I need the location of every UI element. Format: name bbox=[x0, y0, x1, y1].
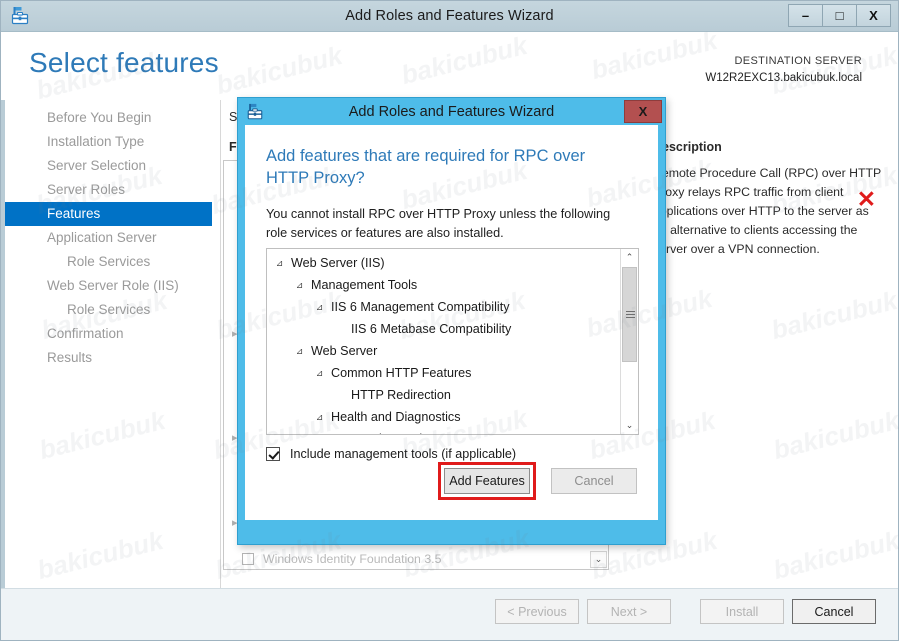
tree-row-label: IIS 6 Metabase Compatibility bbox=[351, 322, 512, 336]
dialog-buttons: Add Features Cancel bbox=[438, 462, 637, 500]
sidebar-item-label: Features bbox=[47, 206, 101, 221]
dialog-title-bar: Add Roles and Features Wizard X bbox=[238, 98, 665, 125]
include-management-tools-label: Include management tools (if applicable) bbox=[290, 447, 517, 461]
add-features-dialog: Add Roles and Features Wizard X Add feat… bbox=[237, 97, 666, 545]
sidebar-item-installation-type[interactable]: Installation Type bbox=[5, 130, 219, 154]
sidebar-item-label: Server Selection bbox=[47, 158, 147, 173]
sidebar-item-label: Results bbox=[47, 350, 93, 365]
sidebar-item-label: Application Server bbox=[47, 230, 157, 245]
sidebar-item-server-selection[interactable]: Server Selection bbox=[5, 154, 219, 178]
scroll-down-button[interactable]: ⌄ bbox=[621, 417, 638, 434]
destination-server-label: DESTINATION SERVER bbox=[734, 55, 862, 67]
window-controls: – □ X bbox=[788, 4, 891, 27]
tree-scrollbar[interactable]: ⌃ ⌄ bbox=[620, 249, 638, 434]
sidebar-item-role-services[interactable]: Role Services bbox=[5, 250, 219, 274]
sidebar-item-role-services[interactable]: Role Services bbox=[5, 298, 219, 322]
tree-row[interactable]: ⊿ Health and Diagnostics bbox=[267, 406, 619, 428]
tree-row-label: HTTP Redirection bbox=[351, 388, 451, 402]
sidebar-item-label: Role Services bbox=[67, 302, 151, 317]
destination-server-block: DESTINATION SERVER W12R2EXC13.bakicubuk.… bbox=[705, 54, 862, 87]
dialog-heading: Add features that are required for RPC o… bbox=[266, 147, 586, 188]
include-management-tools-row[interactable]: Include management tools (if applicable) bbox=[266, 447, 516, 461]
annotation-red-x-icon: ✕ bbox=[856, 186, 876, 212]
features-list-scroll-down-button[interactable]: ⌄ bbox=[590, 551, 607, 568]
sidebar-item-web-server-role-iis[interactable]: Web Server Role (IIS) bbox=[5, 274, 219, 298]
wizard-footer: < Previous Next > Install Cancel bbox=[1, 588, 898, 640]
add-features-annotation-box: Add Features bbox=[438, 462, 536, 500]
sidebar-item-label: Confirmation bbox=[47, 326, 124, 341]
add-features-button[interactable]: Add Features bbox=[444, 468, 530, 494]
tree-expanded-icon[interactable]: ⊿ bbox=[293, 346, 306, 356]
wizard-step-nav: Before You Begin Installation Type Server … bbox=[5, 106, 219, 370]
destination-server-value: W12R2EXC13.bakicubuk.local bbox=[705, 71, 862, 84]
sidebar-item-confirmation[interactable]: Confirmation bbox=[5, 322, 219, 346]
close-button[interactable]: X bbox=[856, 4, 891, 27]
nav-divider bbox=[220, 100, 221, 588]
wizard-window: Add Roles and Features Wizard – □ X Sele… bbox=[0, 0, 899, 641]
previous-button[interactable]: < Previous bbox=[495, 599, 579, 624]
required-features-tree-rows: ⊿ Web Server (IIS) ⊿ Management Tools ⊿ IIS 6… bbox=[267, 252, 619, 434]
scroll-up-button[interactable]: ⌃ bbox=[621, 249, 638, 266]
dialog-cancel-button[interactable]: Cancel bbox=[551, 468, 637, 494]
tree-row-label: IIS 6 Management Compatibility bbox=[331, 300, 510, 314]
tree-row[interactable]: ⊿ Common HTTP Features bbox=[267, 362, 619, 384]
sidebar-item-label: Web Server Role (IIS) bbox=[47, 278, 179, 293]
tree-row-label: Management Tools bbox=[311, 278, 418, 292]
wizard-toolbox-icon bbox=[10, 6, 30, 26]
wizard-footer-buttons: < Previous Next > Install Cancel bbox=[487, 599, 876, 624]
window-title: Add Roles and Features Wizard bbox=[345, 8, 554, 24]
feature-label: Windows Identity Foundation 3.5 bbox=[263, 551, 442, 566]
tree-row-label: Common HTTP Features bbox=[331, 366, 472, 380]
install-button[interactable]: Install bbox=[700, 599, 784, 624]
sidebar-item-label: Server Roles bbox=[47, 182, 126, 197]
next-button[interactable]: Next > bbox=[587, 599, 671, 624]
maximize-button[interactable]: □ bbox=[822, 4, 857, 27]
tree-expanded-icon[interactable]: ⊿ bbox=[273, 258, 286, 268]
tree-row-label: Logging Tools bbox=[351, 432, 429, 434]
tree-row-label: Health and Diagnostics bbox=[331, 410, 461, 424]
tree-expanded-icon[interactable]: ⊿ bbox=[313, 368, 326, 378]
tree-row[interactable]: ⊿ Management Tools bbox=[267, 274, 619, 296]
required-features-tree[interactable]: ⊿ Web Server (IIS) ⊿ Management Tools ⊿ IIS 6… bbox=[266, 248, 639, 435]
window-title-bar: Add Roles and Features Wizard – □ X bbox=[1, 1, 898, 32]
description-panel-body: Remote Procedure Call (RPC) over HTTP Pr… bbox=[653, 166, 882, 257]
wizard-toolbox-icon bbox=[246, 103, 264, 121]
page-title: Select features bbox=[29, 47, 219, 78]
tree-expanded-icon[interactable]: ⊿ bbox=[293, 280, 306, 290]
tree-expanded-icon[interactable]: ⊿ bbox=[313, 412, 326, 422]
sidebar-item-before-you-begin[interactable]: Before You Begin bbox=[5, 106, 219, 130]
tree-expanded-icon[interactable]: ⊿ bbox=[313, 302, 326, 312]
scrollbar-grip-icon bbox=[626, 311, 635, 318]
sidebar-item-label: Role Services bbox=[67, 254, 151, 269]
page-header: Select features DESTINATION SERVER W12R2… bbox=[1, 32, 898, 100]
dialog-body: Add features that are required for RPC o… bbox=[245, 125, 658, 520]
tree-row-label: Web Server (IIS) bbox=[291, 256, 385, 270]
tree-row[interactable]: ⊿ Web Server (IIS) bbox=[267, 252, 619, 274]
sidebar-item-label: Installation Type bbox=[47, 134, 145, 149]
cancel-button[interactable]: Cancel bbox=[792, 599, 876, 624]
tree-row[interactable]: HTTP Redirection bbox=[267, 384, 619, 406]
feature-checkbox[interactable] bbox=[242, 552, 254, 565]
tree-row[interactable]: ⊿ IIS 6 Management Compatibility bbox=[267, 296, 619, 318]
tree-row[interactable]: Logging Tools bbox=[267, 428, 619, 434]
tree-row[interactable]: IIS 6 Metabase Compatibility bbox=[267, 318, 619, 340]
dialog-close-button[interactable]: X bbox=[624, 100, 662, 123]
tree-row[interactable]: ⊿ Web Server bbox=[267, 340, 619, 362]
dialog-title: Add Roles and Features Wizard bbox=[348, 103, 555, 120]
sidebar-item-server-roles[interactable]: Server Roles bbox=[5, 178, 219, 202]
sidebar-item-label: Before You Begin bbox=[47, 110, 152, 125]
sidebar-item-results[interactable]: Results bbox=[5, 346, 219, 370]
sidebar-item-application-server[interactable]: Application Server bbox=[5, 226, 219, 250]
sidebar-item-features[interactable]: Features bbox=[5, 202, 212, 226]
feature-list-item[interactable]: Windows Identity Foundation 3.5 bbox=[224, 548, 608, 569]
tree-row-label: Web Server bbox=[311, 344, 378, 358]
dialog-subtext: You cannot install RPC over HTTP Proxy u… bbox=[266, 207, 611, 241]
include-management-tools-checkbox[interactable] bbox=[266, 447, 280, 461]
minimize-button[interactable]: – bbox=[788, 4, 823, 27]
scrollbar-thumb[interactable] bbox=[622, 267, 637, 362]
